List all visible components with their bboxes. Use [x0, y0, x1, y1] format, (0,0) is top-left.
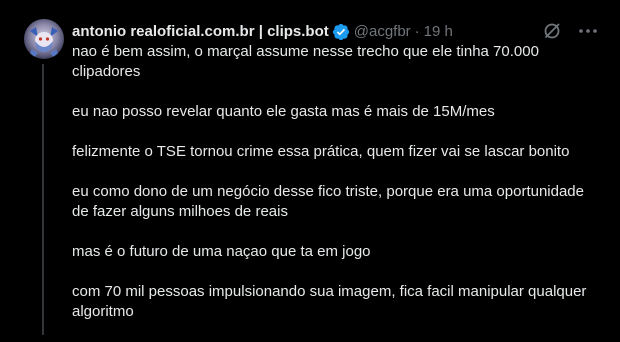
tweet-header: antonio realoficial.com.br | clips.bot @… [72, 22, 453, 42]
tweet[interactable]: antonio realoficial.com.br | clips.bot @… [0, 0, 620, 335]
grok-icon[interactable] [542, 21, 562, 41]
display-name[interactable]: antonio realoficial.com.br | clips.bot [72, 22, 329, 42]
tweet-paragraph: felizmente o TSE tornou crime essa práti… [72, 143, 570, 160]
avatar[interactable] [24, 19, 64, 59]
thread-line [42, 64, 44, 335]
handle[interactable]: @acgfbr [354, 22, 411, 42]
tweet-paragraph: mas é o futuro de uma naçao que ta em jo… [72, 243, 371, 260]
tweet-text: nao é bem assim, o marçal assume nesse t… [72, 42, 592, 342]
verified-badge-icon[interactable] [332, 23, 350, 41]
gargoyle-avatar-icon [24, 19, 64, 59]
tweet-paragraph: eu como dono de um negócio desse fico tr… [72, 183, 584, 220]
tweet-paragraph: com 70 mil pessoas impulsionando sua ima… [72, 283, 587, 320]
separator-dot: · [414, 23, 420, 40]
tweet-paragraph: eu nao posso revelar quanto ele gasta ma… [72, 103, 495, 120]
timestamp[interactable]: 19 h [424, 22, 453, 42]
more-options-icon[interactable] [576, 21, 600, 41]
tweet-paragraph: nao é bem assim, o marçal assume nesse t… [72, 43, 539, 80]
